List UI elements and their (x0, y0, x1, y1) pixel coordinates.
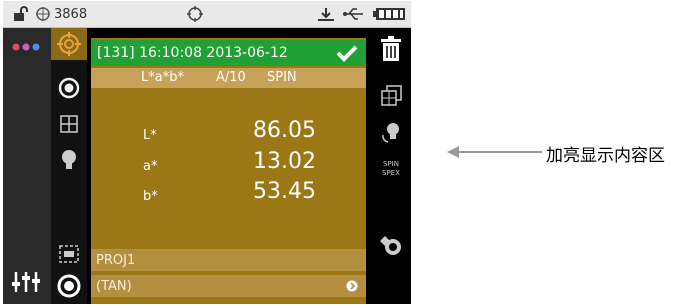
battery-icon (373, 5, 407, 23)
color-space-label: L*a*b* (141, 70, 184, 85)
target-icon (186, 5, 204, 23)
mode-label: SPIN (267, 70, 297, 85)
project-bar[interactable]: PROJ1 (91, 249, 366, 271)
value-row-a: a* 13.02 (91, 149, 366, 179)
usb-icon (343, 5, 365, 23)
unlocked-icon (13, 5, 31, 23)
record-circle-icon[interactable] (51, 74, 87, 102)
measurement-settings: L*a*b* A/10 SPIN (91, 68, 366, 88)
value-label: a* (143, 159, 158, 174)
trash-icon[interactable] (371, 34, 411, 64)
measurement-header: [131] 16:10:08 2013-06-12 (91, 40, 366, 66)
measurement-timestamp: [131] 16:10:08 2013-06-12 (97, 45, 288, 61)
spin-label: SPIN (383, 160, 399, 168)
grid-view-icon[interactable] (51, 110, 87, 138)
nav-column (51, 28, 87, 304)
value-number: 86.05 (253, 118, 316, 143)
value-number: 53.45 (253, 179, 316, 204)
sliders-icon[interactable] (9, 268, 43, 296)
bulb-icon[interactable] (51, 146, 87, 174)
measurement-count: 3868 (54, 6, 88, 22)
illuminant-label: A/10 (216, 70, 246, 85)
check-icon (336, 43, 358, 63)
value-row-b: b* 53.45 (91, 179, 366, 209)
value-label: L* (143, 128, 157, 143)
callout-label: 加亮显示内容区 (546, 146, 665, 166)
standard-name: (TAN) (96, 278, 132, 294)
compare-pages-icon[interactable] (371, 80, 411, 110)
value-row-l: L* 86.05 (91, 118, 366, 148)
value-label: b* (143, 189, 158, 204)
download-tray-icon (316, 5, 336, 23)
measure-button-icon[interactable] (51, 272, 87, 300)
rotate-bulb-icon[interactable] (371, 118, 411, 148)
next-arrow-icon[interactable] (346, 280, 358, 292)
instrument-screen: 3868 [131] 16:10:08 2013-06-12 L*a*b* A/… (3, 1, 411, 304)
project-name: PROJ1 (96, 252, 136, 268)
dashed-frame-icon[interactable] (51, 240, 87, 268)
status-bar: 3868 (3, 1, 411, 28)
target-settings-icon[interactable] (371, 230, 411, 260)
left-toolbar (3, 28, 51, 304)
highlighted-content-area: [131] 16:10:08 2013-06-12 L*a*b* A/10 SP… (91, 38, 366, 304)
value-number: 13.02 (253, 149, 316, 174)
standard-bar[interactable]: (TAN) (91, 275, 366, 297)
measure-target-icon[interactable] (51, 28, 87, 60)
crosshair-circle-icon (35, 5, 51, 23)
color-dots-icon[interactable] (11, 40, 41, 54)
right-toolbar: SPIN SPEX (371, 28, 411, 304)
callout-arrow (447, 146, 542, 158)
spex-label: SPEX (382, 169, 400, 177)
spin-spex-toggle[interactable]: SPIN SPEX (371, 154, 411, 184)
